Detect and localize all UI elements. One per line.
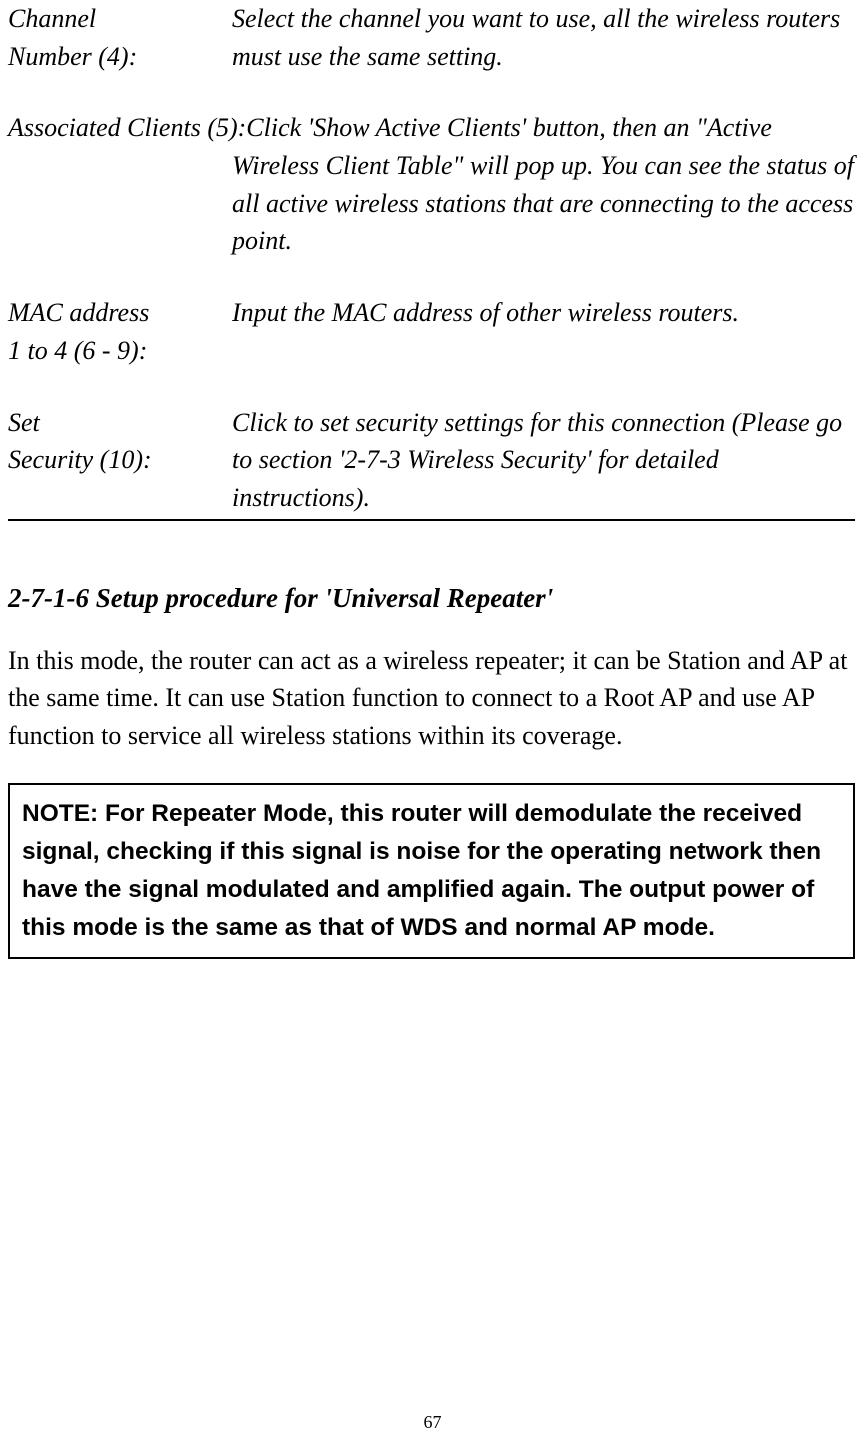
definition-description-first-line: Click 'Show Active Clients' button, then… xyxy=(246,109,772,147)
definition-description: Wireless Client Table" will pop up. You … xyxy=(232,147,855,260)
divider xyxy=(8,519,855,521)
definition-channel: Channel Number (4): Select the channel y… xyxy=(8,0,855,75)
label-line: Set xyxy=(8,404,232,442)
page-content: Channel Number (4): Select the channel y… xyxy=(0,0,865,959)
note-box: NOTE: For Repeater Mode, this router wil… xyxy=(8,783,855,959)
section-heading: 2-7-1-6 Setup procedure for 'Universal R… xyxy=(8,583,855,614)
definition-description: Select the channel you want to use, all … xyxy=(232,0,855,75)
label-line: Channel xyxy=(8,0,232,38)
definition-description: Click to set security settings for this … xyxy=(232,404,855,517)
definition-label: Set Security (10): xyxy=(8,404,232,479)
definition-description: Input the MAC address of other wireless … xyxy=(232,294,855,332)
label-line: Security (10): xyxy=(8,441,232,479)
definition-mac-address: MAC address 1 to 4 (6 - 9): Input the MA… xyxy=(8,294,855,369)
label-line: 1 to 4 (6 - 9): xyxy=(8,332,232,370)
definition-label: MAC address 1 to 4 (6 - 9): xyxy=(8,294,232,369)
label-line: Number (4): xyxy=(8,38,232,76)
definition-associated-clients: Associated Clients (5): Click 'Show Acti… xyxy=(8,109,855,260)
label-line: MAC address xyxy=(8,294,232,332)
definition-set-security: Set Security (10): Click to set security… xyxy=(8,404,855,517)
definition-label: Associated Clients (5): xyxy=(8,109,246,147)
page-number: 67 xyxy=(0,1412,865,1433)
definition-label: Channel Number (4): xyxy=(8,0,232,75)
body-paragraph: In this mode, the router can act as a wi… xyxy=(8,642,855,755)
